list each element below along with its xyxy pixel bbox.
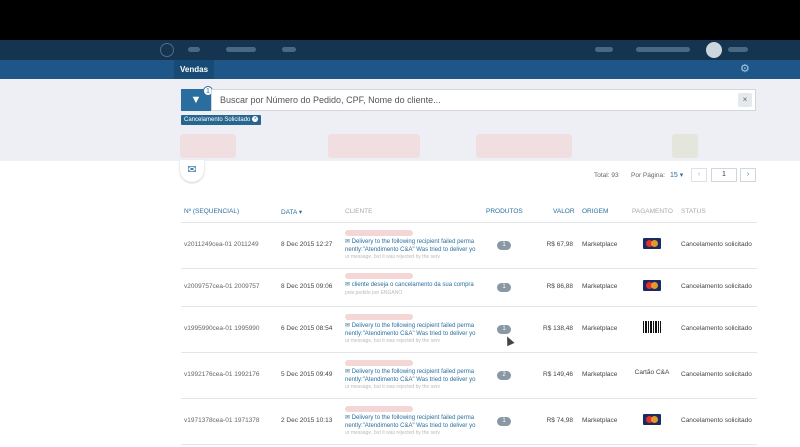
- order-date: 6 Dec 2015 08:54: [281, 325, 333, 332]
- per-page-select[interactable]: 15 ▾: [670, 171, 683, 179]
- order-origin: Marketplace: [582, 417, 618, 424]
- nav-item-blurred-3[interactable]: [282, 47, 296, 52]
- blurred-summary-3: [476, 134, 572, 158]
- order-date: 5 Dec 2015 09:49: [281, 371, 333, 378]
- client-name-blurred: [345, 360, 413, 366]
- prev-page-button[interactable]: ‹: [691, 168, 707, 182]
- nav-user-name-blurred[interactable]: [728, 47, 748, 52]
- order-id[interactable]: v2009757cea-01 2009757: [184, 283, 260, 290]
- order-value: R$ 67,98: [546, 241, 573, 248]
- order-value: R$ 149,46: [543, 371, 573, 378]
- order-date: 8 Dec 2015 09:06: [281, 283, 333, 290]
- client-message: ✉ Delivery to the following recipient fa…: [345, 323, 475, 329]
- payment-method: Cartão C&A: [634, 369, 670, 376]
- order-status: Cancelamento solicitado: [681, 325, 752, 332]
- order-date: 2 Dec 2015 10:13: [281, 417, 333, 424]
- header-origem[interactable]: ORIGEM: [582, 208, 608, 215]
- chip-close-icon[interactable]: ×: [252, 116, 259, 123]
- products-badge: 1: [497, 283, 511, 292]
- order-id[interactable]: v1995990cea-01 1995990: [184, 325, 260, 332]
- products-badge: 1: [497, 241, 511, 250]
- close-icon[interactable]: ×: [738, 93, 752, 107]
- tab-vendas[interactable]: Vendas: [174, 60, 215, 79]
- products-badge: 1: [497, 325, 511, 334]
- order-status: Cancelamento solicitado: [681, 283, 752, 290]
- order-status: Cancelamento solicitado: [681, 371, 752, 378]
- mastercard-icon: [640, 280, 664, 293]
- gear-icon[interactable]: ⚙: [740, 63, 750, 75]
- header-pagamento: PAGAMENTO: [632, 208, 673, 215]
- header-cliente: CLIENTE: [345, 208, 373, 215]
- search-input[interactable]: [220, 90, 720, 110]
- order-status: Cancelamento solicitado: [681, 417, 752, 424]
- order-id[interactable]: v1971378cea-01 1971378: [184, 417, 260, 424]
- client-name-blurred: [345, 406, 413, 412]
- client-message-3: ur message, but it was rejected by the s…: [345, 338, 441, 344]
- nav-item-blurred-1[interactable]: [188, 47, 200, 52]
- table-row[interactable]: v1992176cea-01 1992176 5 Dec 2015 09:49 …: [181, 353, 757, 399]
- blurred-summary-2: [328, 134, 420, 158]
- nav-user-blurred[interactable]: [636, 47, 690, 52]
- client-message-2: pois pedido por ENGANO: [345, 290, 403, 296]
- next-page-button[interactable]: ›: [740, 168, 756, 182]
- order-id[interactable]: v1992176cea-01 1992176: [184, 371, 260, 378]
- client-message-3: ur message, but it was rejected by the s…: [345, 254, 441, 260]
- order-origin: Marketplace: [582, 283, 618, 290]
- envelope-icon[interactable]: ✉: [180, 160, 204, 182]
- blurred-summary-4: [672, 134, 698, 158]
- header-data[interactable]: DATA ▾: [281, 208, 302, 216]
- client-message: ✉ Delivery to the following recipient fa…: [345, 239, 475, 245]
- total-count: Total: 93: [594, 172, 619, 179]
- order-id[interactable]: v2011249cea-01 2011249: [184, 241, 259, 248]
- products-badge: 1: [497, 417, 511, 426]
- client-message: ✉ Delivery to the following recipient fa…: [345, 369, 475, 375]
- client-message-2: nently:"Atendimento C&A" Was tried to de…: [345, 423, 476, 429]
- active-filter-chip[interactable]: Cancelamento Solicitado ×: [181, 115, 262, 125]
- nav-item-blurred-2[interactable]: [226, 47, 256, 52]
- table-row[interactable]: v2009757cea-01 2009757 8 Dec 2015 09:06 …: [181, 269, 757, 307]
- search-box: ×: [211, 89, 756, 111]
- order-origin: Marketplace: [582, 325, 618, 332]
- mastercard-icon: [640, 414, 664, 427]
- client-name-blurred: [345, 230, 413, 236]
- client-name-blurred: [345, 273, 413, 279]
- table-row[interactable]: v2011249cea-01 2011249 8 Dec 2015 12:27 …: [181, 223, 757, 269]
- order-date: 8 Dec 2015 12:27: [281, 241, 333, 248]
- order-value: R$ 86,88: [546, 283, 573, 290]
- header-valor[interactable]: VALOR: [553, 208, 575, 215]
- top-black-bar: [0, 0, 800, 40]
- top-navbar: [0, 40, 800, 60]
- order-status: Cancelamento solicitado: [681, 241, 752, 248]
- client-message: ✉ Delivery to the following recipient fa…: [345, 415, 475, 421]
- header-status: STATUS: [681, 208, 706, 215]
- client-message-2: nently:"Atendimento C&A" Was tried to de…: [345, 377, 476, 383]
- active-filter-label: Cancelamento Solicitado: [184, 117, 251, 123]
- per-page-label: Por Página:: [631, 172, 665, 179]
- filter-icon: ▼: [190, 94, 202, 106]
- client-message-3: ur message, but it was rejected by the s…: [345, 430, 441, 436]
- client-message-2: nently:"Atendimento C&A" Was tried to de…: [345, 247, 476, 253]
- products-badge: 2: [497, 371, 511, 380]
- client-name-blurred: [345, 314, 413, 320]
- header-sequencial[interactable]: Nº (SEQUENCIAL): [184, 208, 239, 215]
- table-row[interactable]: v1995990cea-01 1995990 6 Dec 2015 08:54 …: [181, 307, 757, 353]
- order-value: R$ 74,98: [546, 417, 573, 424]
- client-message: ✉ cliente deseja o cancelamento da sua c…: [345, 282, 474, 288]
- logo-icon[interactable]: [160, 43, 174, 57]
- mastercard-icon: [640, 238, 664, 251]
- nav-item-blurred-4[interactable]: [595, 47, 613, 52]
- table-row[interactable]: v1971378cea-01 1971378 2 Dec 2015 10:13 …: [181, 399, 757, 445]
- barcode-icon: [640, 321, 664, 335]
- avatar[interactable]: [706, 42, 722, 58]
- client-message-2: nently:"Atendimento C&A" Was tried to de…: [345, 331, 476, 337]
- page-number-input[interactable]: 1: [711, 168, 737, 182]
- header-produtos[interactable]: PRODUTOS: [486, 208, 523, 215]
- order-value: R$ 138,48: [543, 325, 573, 332]
- client-message-3: ur message, but it was rejected by the s…: [345, 384, 441, 390]
- sub-navbar: Vendas ⚙: [0, 60, 800, 79]
- order-origin: Marketplace: [582, 241, 618, 248]
- order-origin: Marketplace: [582, 371, 618, 378]
- blurred-summary-1: [180, 134, 236, 158]
